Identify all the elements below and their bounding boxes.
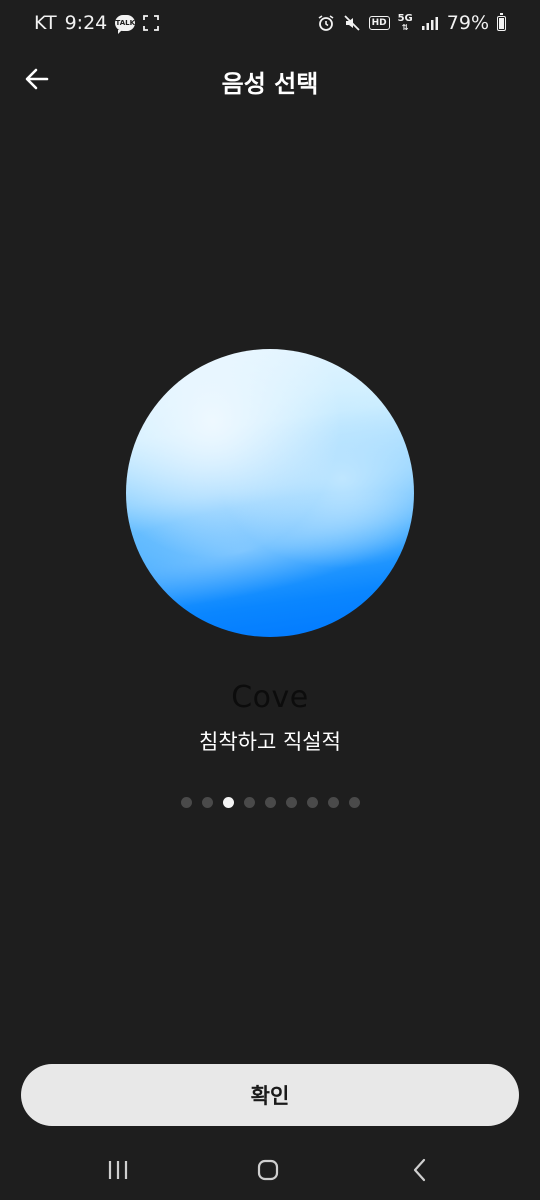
- network-type-label: 5G: [397, 13, 413, 24]
- voice-name: Cove: [231, 680, 309, 715]
- nav-home-button[interactable]: [246, 1154, 290, 1186]
- recents-icon: [108, 1161, 128, 1179]
- voice-description: 침착하고 직설적: [199, 730, 341, 754]
- nav-recents-button[interactable]: [96, 1154, 140, 1186]
- nav-back-icon: [413, 1158, 426, 1182]
- signal-icon: [421, 17, 438, 30]
- status-right: HD 5G ⇅ 79%: [317, 12, 506, 34]
- voice-orb-image[interactable]: [126, 349, 414, 637]
- screenshot-icon: [143, 15, 160, 31]
- page-dot-active[interactable]: [222, 796, 234, 808]
- status-bar: KT 9:24 TALK HD 5G ⇅ 79%: [0, 0, 540, 46]
- page-indicator: [0, 796, 540, 808]
- app-bar: 음성 선택: [0, 52, 540, 108]
- home-icon: [257, 1159, 279, 1181]
- page-dot[interactable]: [180, 796, 192, 808]
- nav-back-button[interactable]: [398, 1154, 442, 1186]
- page-title: 음성 선택: [221, 70, 319, 98]
- system-nav-bar: [0, 1140, 540, 1200]
- kakaotalk-notification-icon: TALK: [115, 15, 136, 34]
- page-dot[interactable]: [327, 796, 339, 808]
- alarm-icon: [318, 15, 334, 31]
- battery-percent: 79%: [446, 12, 489, 34]
- page-dot[interactable]: [201, 796, 213, 808]
- hd-voice-badge: HD: [368, 16, 390, 30]
- talk-badge-label: TALK: [115, 19, 136, 27]
- battery-icon: [497, 12, 506, 31]
- carrier-label: KT: [34, 12, 57, 34]
- mute-icon: [343, 15, 360, 31]
- page-dot[interactable]: [264, 796, 276, 808]
- confirm-button[interactable]: 확인: [21, 1064, 519, 1126]
- page-dot[interactable]: [348, 796, 360, 808]
- network-5g-icon: 5G ⇅: [397, 13, 413, 33]
- clock: 9:24: [64, 12, 108, 34]
- voice-select-screen: KT 9:24 TALK HD 5G ⇅ 79% 음성 선택 Cove 침착하고…: [0, 0, 540, 1200]
- orb-haze: [126, 464, 414, 624]
- status-left: KT 9:24 TALK: [34, 12, 160, 34]
- page-dot[interactable]: [306, 796, 318, 808]
- page-dot[interactable]: [285, 796, 297, 808]
- page-dot[interactable]: [243, 796, 255, 808]
